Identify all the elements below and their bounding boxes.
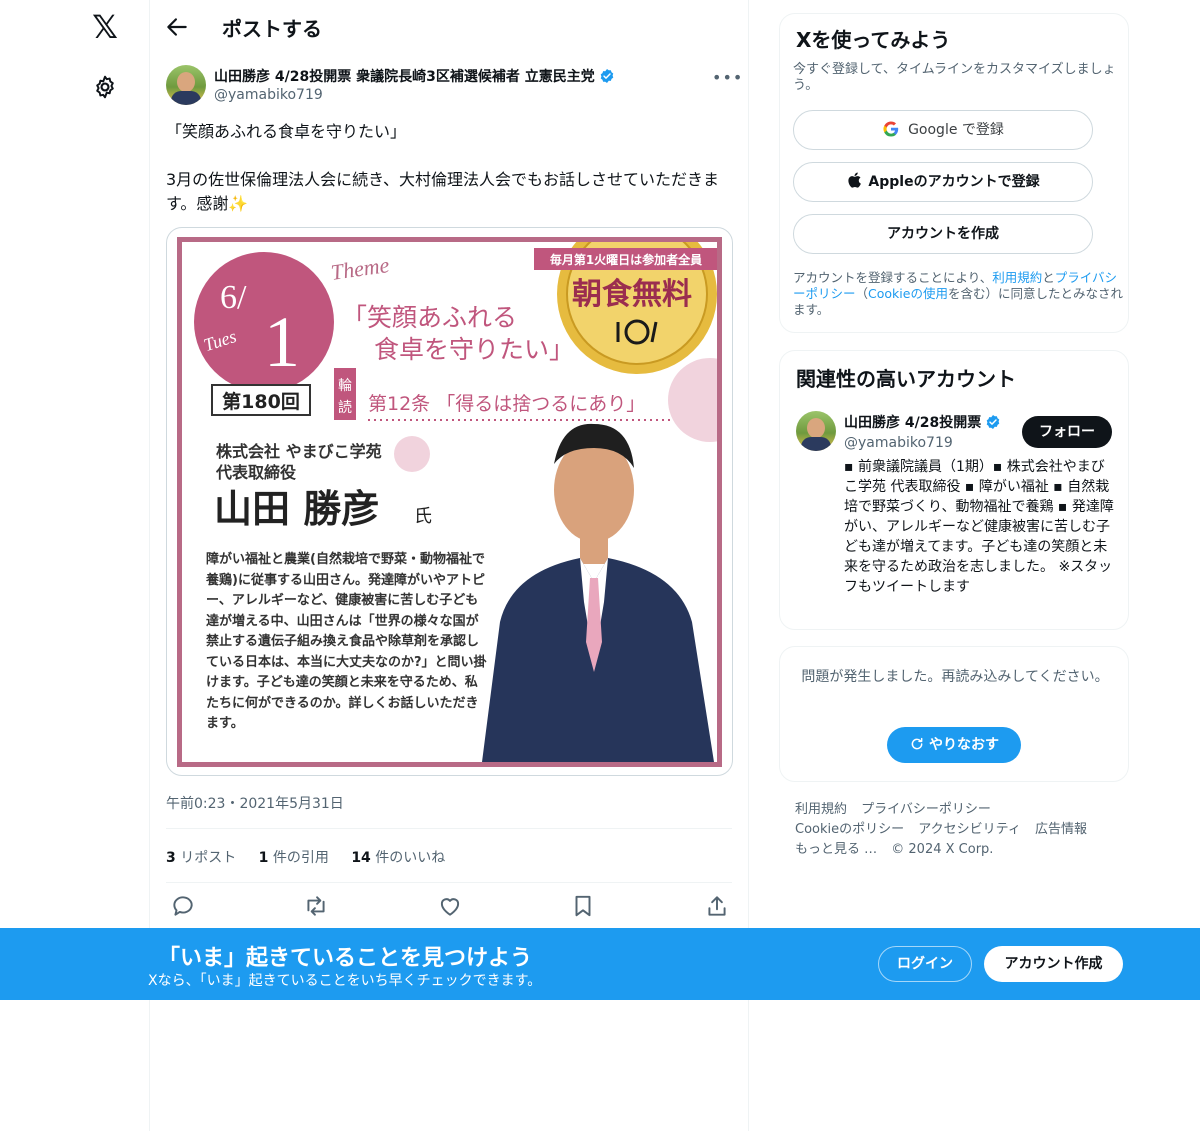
banner-title: 「いま」起きていることを見つけよう	[158, 946, 533, 971]
apple-signup-label: Appleのアカウントで登録	[868, 174, 1040, 190]
poster-company-line1: 株式会社 やまびこ学苑	[216, 442, 382, 461]
divider	[166, 828, 732, 829]
author-name-text: 山田勝彦 4/28投開票 衆議院長崎3区補選候補者 立憲民主党	[214, 69, 595, 85]
tweet-actions	[166, 893, 732, 919]
related-accounts-card: 関連性の高いアカウント 山田勝彦 4/28投開票 @yamabiko719 フォ…	[779, 350, 1129, 630]
legal-text-1: アカウントを登録することにより、	[793, 270, 993, 285]
divider	[166, 882, 732, 883]
poster-theme-line2: 食卓を守りたい」	[374, 335, 574, 364]
related-accounts-title: 関連性の高いアカウント	[796, 367, 1016, 391]
footer-links: 利用規約 プライバシーポリシー Cookieのポリシー アクセシビリティ 広告情…	[795, 800, 1115, 860]
cookie-link[interactable]: Cookieの使用	[868, 286, 948, 301]
poster-theme-script: Theme	[329, 252, 391, 285]
gear-icon[interactable]	[92, 74, 118, 100]
related-account-bio: ▪ 前衆議院議員（1期）▪ 株式会社やまびこ学苑 代表取締役 ▪ 障がい福祉 ▪…	[844, 459, 1114, 595]
legal-text-3: （	[855, 286, 869, 301]
legal-text-2: と	[1042, 270, 1055, 285]
repost-icon[interactable]	[303, 893, 329, 919]
reposts-stat[interactable]: 3 リポスト	[166, 850, 236, 866]
poster-session: 第180回	[222, 390, 300, 413]
footer-link-ads[interactable]: 広告情報	[1035, 822, 1087, 837]
share-icon[interactable]	[704, 893, 730, 919]
poster-speaker-name: 山田 勝彦	[214, 486, 379, 531]
poster-reading-tag-1: 輪	[338, 377, 352, 394]
copyright: © 2024 X Corp.	[891, 842, 994, 857]
apple-icon	[848, 172, 862, 188]
quotes-label: 件の引用	[268, 850, 329, 866]
page-title: ポストする	[222, 17, 322, 41]
tweet-image[interactable]: 6/ Tues 1 Theme 「笑顔あふれる 食卓を守りたい」 毎月第1火曜日…	[166, 227, 733, 776]
login-button[interactable]: ログイン	[878, 946, 972, 982]
banner-subtitle: Xなら、「いま」起きていることをいち早くチェックできます。	[148, 973, 542, 989]
error-card: 問題が発生しました。再読み込みしてください。 やりなおす	[779, 646, 1129, 782]
back-arrow-icon[interactable]	[164, 14, 190, 40]
google-icon	[883, 121, 899, 137]
related-account-name[interactable]: 山田勝彦 4/28投開票	[844, 412, 1001, 432]
poster-company-line2: 代表取締役	[215, 463, 297, 482]
poster-description: 障がい福祉と農業(自然栽培で野菜・動物福祉で養鶏)に従事する山田さん。発達障がい…	[206, 552, 487, 731]
poster-speaker-suffix: 氏	[414, 506, 432, 527]
retry-label: やりなおす	[929, 737, 999, 753]
avatar[interactable]	[166, 65, 206, 105]
apple-signup-button[interactable]: Appleのアカウントで登録	[793, 162, 1093, 202]
poster-reading: 第12条 「得るは捨つるにあり」	[368, 393, 645, 415]
footer-link-more[interactable]: もっと見る …	[795, 842, 877, 857]
x-logo-icon[interactable]: 𝕏	[88, 10, 122, 44]
signup-card-subtitle: 今すぐ登録して、タイムラインをカスタマイズしましょう。	[793, 62, 1116, 93]
bookmark-icon[interactable]	[570, 893, 596, 919]
footer-link-terms[interactable]: 利用規約	[795, 802, 847, 817]
poster-day: 1	[264, 302, 300, 382]
tweet-stats: 3 リポスト 1 件の引用 14 件のいいね	[166, 847, 463, 867]
refresh-icon	[911, 737, 923, 750]
likes-label: 件のいいね	[370, 850, 446, 866]
verified-badge-icon	[986, 415, 1000, 429]
reposts-count: 3	[166, 850, 176, 866]
footer-link-cookie[interactable]: Cookieのポリシー	[795, 822, 904, 837]
poster-seal-main: 朝食無料	[572, 277, 692, 312]
poster-reading-tag-2: 読	[338, 399, 352, 416]
signup-card: Xを使ってみよう 今すぐ登録して、タイムラインをカスタマイズしましょう。 Goo…	[779, 13, 1129, 333]
google-signup-label: Google で登録	[908, 122, 1004, 138]
reply-icon[interactable]	[170, 893, 196, 919]
tweet-timestamp[interactable]: 午前0:23・2021年5月31日	[166, 793, 344, 813]
follow-button[interactable]: フォロー	[1022, 416, 1112, 448]
terms-link[interactable]: 利用規約	[992, 270, 1042, 285]
verified-badge-icon	[600, 69, 613, 83]
footer-link-privacy[interactable]: プライバシーポリシー	[861, 802, 991, 817]
quotes-count: 1	[258, 850, 269, 866]
likes-count: 14	[351, 850, 371, 866]
heart-icon[interactable]	[437, 893, 463, 919]
tweet-text: 「笑顔あふれる食卓を守りたい」 3月の佐世保倫理法人会に続き、大村倫理法人会でも…	[166, 122, 720, 213]
google-signup-button[interactable]: Google で登録	[793, 110, 1093, 150]
signup-card-title: Xを使ってみよう	[796, 28, 951, 52]
poster-theme-line1: 「笑顔あふれる	[342, 303, 517, 332]
signup-button[interactable]: アカウント作成	[984, 946, 1123, 982]
author-name[interactable]: 山田勝彦 4/28投開票 衆議院長崎3区補選候補者 立憲民主党	[214, 66, 615, 86]
quotes-stat[interactable]: 1 件の引用	[259, 850, 329, 866]
retry-button[interactable]: やりなおす	[887, 727, 1021, 763]
create-account-button[interactable]: アカウントを作成	[793, 214, 1093, 254]
top-bar: ポストする	[150, 0, 748, 54]
more-dots-icon[interactable]: •••	[712, 68, 742, 87]
event-poster: 6/ Tues 1 Theme 「笑顔あふれる 食卓を守りたい」 毎月第1火曜日…	[177, 237, 722, 767]
reposts-label: リポスト	[175, 850, 237, 866]
poster-graphic: 6/ Tues 1 Theme 「笑顔あふれる 食卓を守りたい」 毎月第1火曜日…	[194, 242, 717, 762]
related-account-handle[interactable]: @yamabiko719	[844, 435, 953, 451]
error-message: 問題が発生しました。再読み込みしてください。	[801, 669, 1109, 685]
author-handle[interactable]: @yamabiko719	[214, 87, 323, 103]
avatar[interactable]	[796, 411, 836, 451]
related-account-name-text: 山田勝彦 4/28投開票	[844, 415, 982, 431]
poster-seal-top: 毎月第1火曜日は参加者全員	[550, 252, 702, 267]
poster-month: 6/	[220, 279, 247, 316]
tweet-author: 山田勝彦 4/28投開票 衆議院長崎3区補選候補者 立憲民主党 @yamabik…	[166, 64, 742, 108]
footer-link-accessibility[interactable]: アクセシビリティ	[918, 822, 1021, 837]
legal-notice: アカウントを登録することにより、利用規約とプライバシーポリシー（Cookieの使…	[793, 270, 1123, 318]
login-banner: 「いま」起きていることを見つけよう Xなら、「いま」起きていることをいち早くチェ…	[0, 928, 1200, 1000]
likes-stat[interactable]: 14 件のいいね	[351, 850, 445, 866]
poster-description-box: 障がい福祉と農業(自然栽培で野菜・動物福祉で養鶏)に従事する山田さん。発達障がい…	[206, 552, 487, 731]
